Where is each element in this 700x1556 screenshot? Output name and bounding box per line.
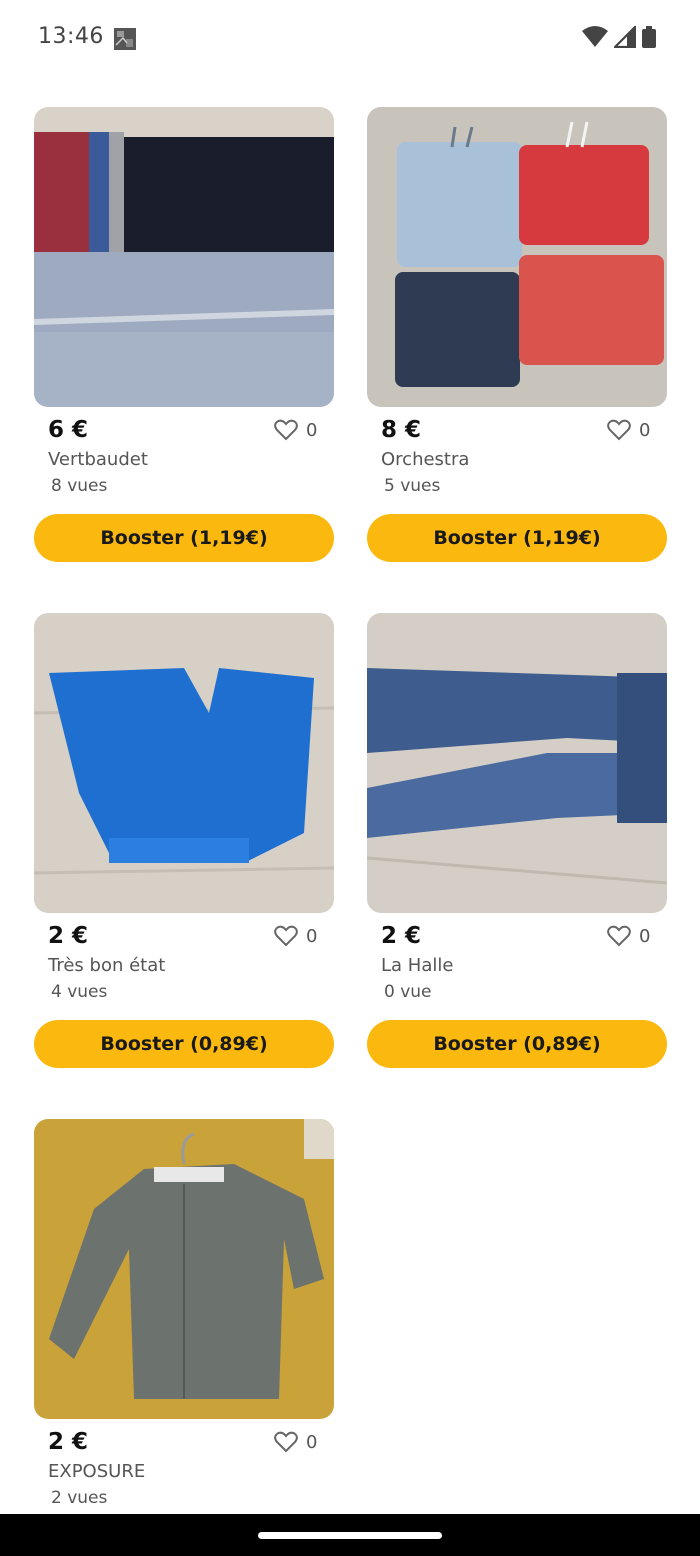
- listing-card[interactable]: 2 € 0 La Halle 0 vue Booster (0,89€): [367, 613, 667, 1068]
- heart-icon: [274, 419, 298, 441]
- heart-icon: [274, 1431, 298, 1453]
- listing-brand: La Halle: [381, 955, 454, 976]
- favorite-count: 0: [306, 419, 318, 441]
- boost-button[interactable]: Booster (1,19€): [34, 514, 334, 562]
- listing-views: 4 vues: [51, 982, 108, 1002]
- status-time: 13:46: [38, 24, 104, 49]
- listing-photo[interactable]: [34, 1119, 334, 1419]
- battery-icon: [642, 26, 656, 52]
- listing-views: 2 vues: [51, 1488, 108, 1508]
- listing-photo[interactable]: [34, 107, 334, 407]
- wifi-icon: [582, 26, 608, 52]
- listing-photo[interactable]: [367, 107, 667, 407]
- listing-card[interactable]: 2 € 0 Très bon état 4 vues Booster (0,89…: [34, 613, 334, 1068]
- boost-button[interactable]: Booster (0,89€): [367, 1020, 667, 1068]
- favorite-count: 0: [639, 925, 651, 947]
- listing-brand: Vertbaudet: [48, 449, 148, 470]
- signal-icon: [612, 24, 637, 52]
- listing-price: 2 €: [381, 923, 422, 949]
- favorite-count: 0: [306, 925, 318, 947]
- listing-price: 6 €: [48, 417, 89, 443]
- heart-icon: [607, 925, 631, 947]
- boost-button[interactable]: Booster (0,89€): [34, 1020, 334, 1068]
- favorite-count: 0: [639, 419, 651, 441]
- listing-brand: EXPOSURE: [48, 1461, 146, 1482]
- listing-price: 2 €: [48, 1429, 89, 1455]
- heart-icon: [607, 419, 631, 441]
- listing-views: 5 vues: [384, 476, 441, 496]
- favorite-button[interactable]: 0: [274, 925, 317, 947]
- favorite-count: 0: [306, 1431, 318, 1453]
- listing-views: 8 vues: [51, 476, 108, 496]
- favorite-button[interactable]: 0: [274, 1431, 317, 1453]
- listing-price: 8 €: [381, 417, 422, 443]
- listing-card[interactable]: 2 € 0 EXPOSURE 2 vues: [34, 1119, 334, 1508]
- listing-brand: Très bon état: [48, 955, 166, 976]
- heart-icon: [274, 925, 298, 947]
- listing-price: 2 €: [48, 923, 89, 949]
- listing-card[interactable]: 6 € 0 Vertbaudet 8 vues Booster (1,19€): [34, 107, 334, 562]
- listing-card[interactable]: 8 € 0 Orchestra 5 vues Booster (1,19€): [367, 107, 667, 562]
- boost-button[interactable]: Booster (1,19€): [367, 514, 667, 562]
- favorite-button[interactable]: 0: [607, 419, 650, 441]
- listing-brand: Orchestra: [381, 449, 470, 470]
- navigation-bar: [0, 1514, 700, 1556]
- favorite-button[interactable]: 0: [607, 925, 650, 947]
- listing-photo[interactable]: [367, 613, 667, 913]
- home-gesture-handle[interactable]: [258, 1532, 442, 1539]
- listing-photo[interactable]: [34, 613, 334, 913]
- favorite-button[interactable]: 0: [274, 419, 317, 441]
- status-bar: 13:46: [0, 0, 700, 78]
- notification-photo-icon: [113, 27, 137, 55]
- listing-views: 0 vue: [384, 982, 432, 1002]
